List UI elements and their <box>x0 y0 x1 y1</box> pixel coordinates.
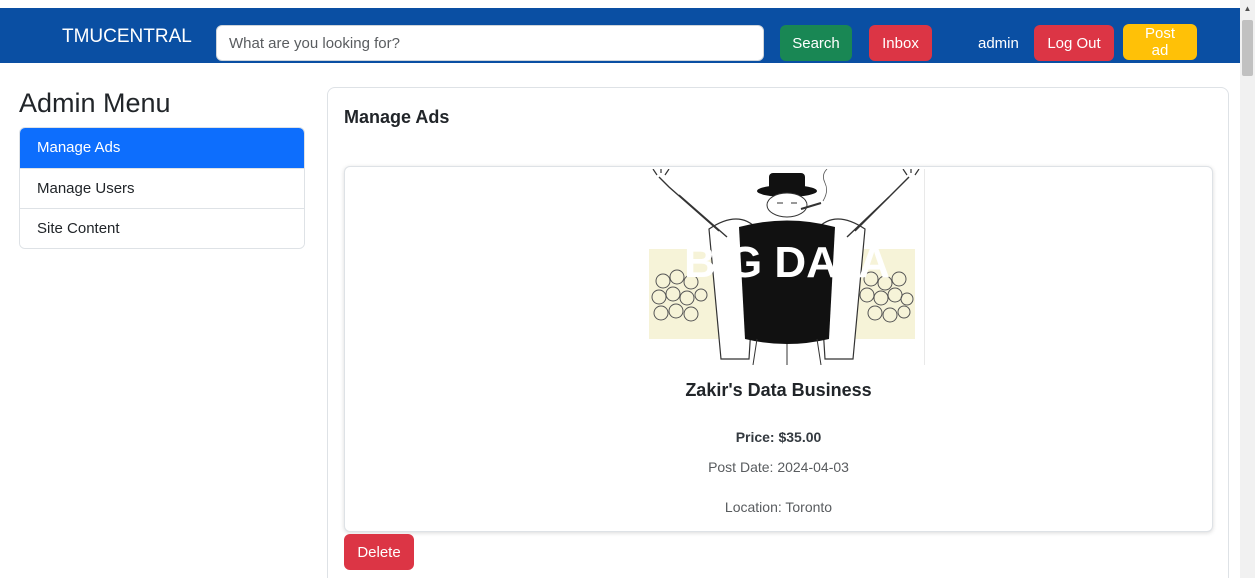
scrollbar-thumb[interactable] <box>1242 20 1253 76</box>
page-scrollbar[interactable]: ▲ <box>1240 0 1255 578</box>
ad-post-date: Post Date: 2024-04-03 <box>708 459 849 475</box>
navbar: TMUCENTRAL Search Inbox admin Log Out Po… <box>0 8 1240 63</box>
ad-location: Location: Toronto <box>724 499 833 515</box>
scroll-up-arrow-icon[interactable]: ▲ <box>1240 2 1255 16</box>
image-text: BIG DATA <box>684 238 890 287</box>
sidebar-item-site-content[interactable]: Site Content <box>20 208 304 248</box>
search-button[interactable]: Search <box>780 25 852 61</box>
ad-image: BIG DATA <box>649 167 925 366</box>
search-input[interactable] <box>216 25 764 61</box>
ad-price: Price: $35.00 <box>735 429 822 445</box>
panel-title: Manage Ads <box>344 107 450 127</box>
ad-title: Zakir's Data Business <box>685 380 872 400</box>
inbox-button[interactable]: Inbox <box>869 25 932 61</box>
post-ad-button[interactable]: Post ad <box>1123 24 1197 60</box>
brand-logo[interactable]: TMUCENTRAL <box>62 26 192 48</box>
logout-button[interactable]: Log Out <box>1034 25 1114 61</box>
admin-menu: Manage Ads Manage Users Site Content <box>19 127 305 249</box>
ad-card[interactable]: BIG DATA Zakir's Data Business Price: $3… <box>344 166 1213 532</box>
manage-ads-panel: Manage Ads BIG DATA Zakir's Data Busines… <box>327 87 1229 578</box>
sidebar-item-manage-ads[interactable]: Manage Ads <box>20 128 304 168</box>
sidebar-item-manage-users[interactable]: Manage Users <box>20 168 304 208</box>
username: admin <box>978 35 1019 52</box>
top-strip <box>0 0 1240 8</box>
delete-ad-button[interactable]: Delete <box>344 534 414 570</box>
big-data-illustration: BIG DATA <box>649 167 920 366</box>
sidebar-title: Admin Menu <box>19 88 171 118</box>
